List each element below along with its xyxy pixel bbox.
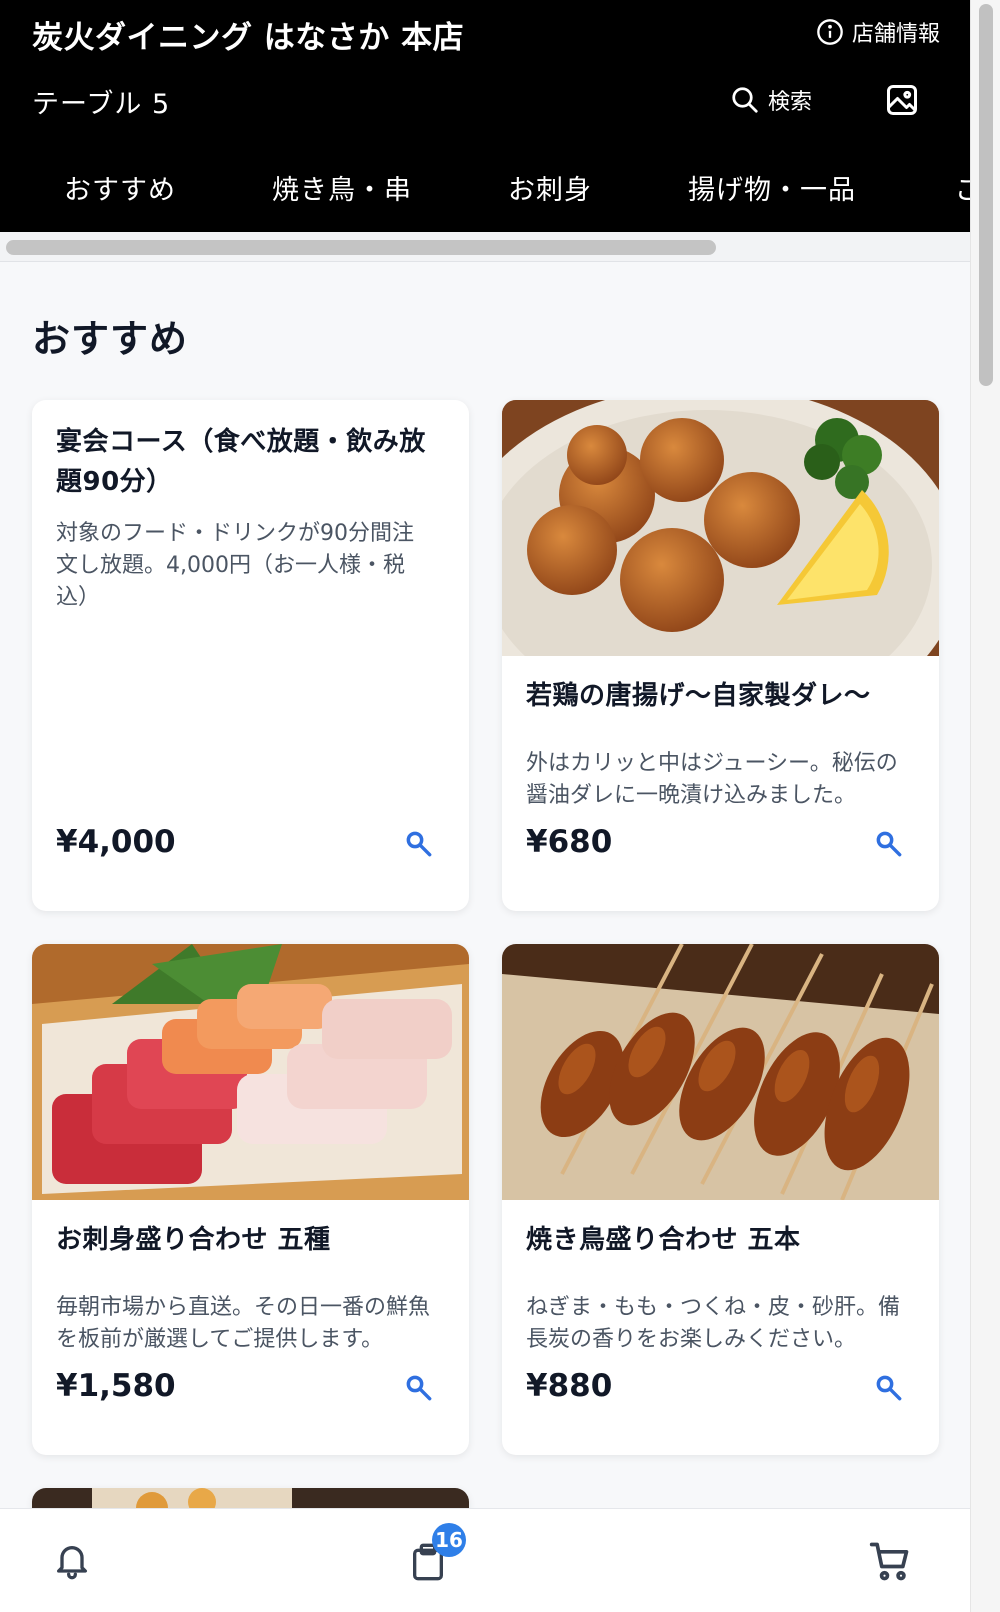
tab-osusume[interactable]: おすすめ [64, 158, 176, 207]
app-root: 炭火ダイニング はなさか 本店 店舗情報 テーブル 5 検索 おすすめ 焼き鳥・… [0, 0, 970, 1612]
section-title: おすすめ [32, 317, 189, 361]
menu-item-name: 宴会コース（食べ放題・飲み放題90分） [56, 427, 426, 497]
menu-item-description: ねぎま・もも・つくね・皮・砂肝。備長炭の香りをお楽しみください。 [526, 1295, 901, 1352]
menu-item-price: ¥680 [526, 824, 613, 860]
menu-item-description: 対象のフード・ドリンクが90分間注文し放題。4,000円（お一人様・税込） [56, 521, 414, 610]
search-button[interactable]: 検索 [730, 84, 812, 116]
sashimi-photo [32, 944, 469, 1200]
menu-card-karaage[interactable]: 若鶏の唐揚げ〜自家製ダレ〜 外はカリッと中はジューシー。秘伝の醤油ダレに一晩漬け… [502, 400, 939, 911]
image-view-icon[interactable] [884, 82, 920, 118]
menu-card-sashimi[interactable]: お刺身盛り合わせ 五種 毎朝市場から直送。その日一番の鮮魚を板前が厳選してご提供… [32, 944, 469, 1455]
menu-item-price: ¥1,580 [56, 1368, 176, 1404]
menu-item-name: お刺身盛り合わせ 五種 [56, 1225, 331, 1255]
store-info-label: 店舗情報 [851, 22, 940, 47]
header: 炭火ダイニング はなさか 本店 店舗情報 テーブル 5 検索 おすすめ 焼き鳥・… [0, 0, 970, 232]
zoom-icon[interactable] [403, 1372, 435, 1404]
menu-item-description: 外はカリッと中はジューシー。秘伝の醤油ダレに一晩漬け込みました。 [526, 751, 898, 808]
menu-item-price: ¥4,000 [56, 824, 176, 860]
menu-item-description: 毎朝市場から直送。その日一番の鮮魚を板前が厳選してご提供します。 [56, 1295, 431, 1352]
zoom-icon[interactable] [873, 828, 905, 860]
tabs-scrollbar[interactable] [0, 232, 970, 262]
store-info-button[interactable]: 店舗情報 [816, 16, 940, 48]
cart-icon[interactable] [868, 1539, 912, 1583]
store-name: 炭火ダイニング はなさか 本店 [32, 20, 465, 56]
tab-agemono[interactable]: 揚げ物・一品 [688, 158, 856, 207]
menu-card-course[interactable]: 宴会コース（食べ放題・飲み放題90分） 対象のフード・ドリンクが90分間注文し放… [32, 400, 469, 911]
menu-item-price: ¥880 [526, 1368, 613, 1404]
zoom-icon[interactable] [403, 828, 435, 860]
info-icon [817, 19, 843, 45]
bell-icon[interactable] [52, 1539, 92, 1583]
menu-item-name: 若鶏の唐揚げ〜自家製ダレ〜 [526, 681, 871, 711]
table-label: テーブル 5 [32, 89, 171, 120]
tab-yakitori[interactable]: 焼き鳥・串 [272, 158, 412, 207]
tab-next-partial[interactable]: ご [955, 158, 970, 207]
fried-chicken-photo [502, 400, 939, 656]
zoom-icon[interactable] [873, 1372, 905, 1404]
search-icon [732, 87, 758, 113]
menu-card-yakitori[interactable]: 焼き鳥盛り合わせ 五本 ねぎま・もも・つくね・皮・砂肝。備長炭の香りをお楽しみく… [502, 944, 939, 1455]
tabs-scrollbar-thumb[interactable] [6, 240, 716, 255]
search-label: 検索 [768, 90, 813, 115]
menu-item-name: 焼き鳥盛り合わせ 五本 [526, 1225, 801, 1255]
page-scrollbar-thumb[interactable] [979, 4, 993, 386]
page-scrollbar[interactable] [970, 0, 1000, 1612]
category-tabs: おすすめ 焼き鳥・串 お刺身 揚げ物・一品 ご [0, 158, 970, 216]
yakitori-photo [502, 944, 939, 1200]
tab-sashimi[interactable]: お刺身 [508, 158, 592, 207]
order-count-badge: 16 [432, 1523, 466, 1557]
bottom-nav: 16 [0, 1508, 970, 1612]
